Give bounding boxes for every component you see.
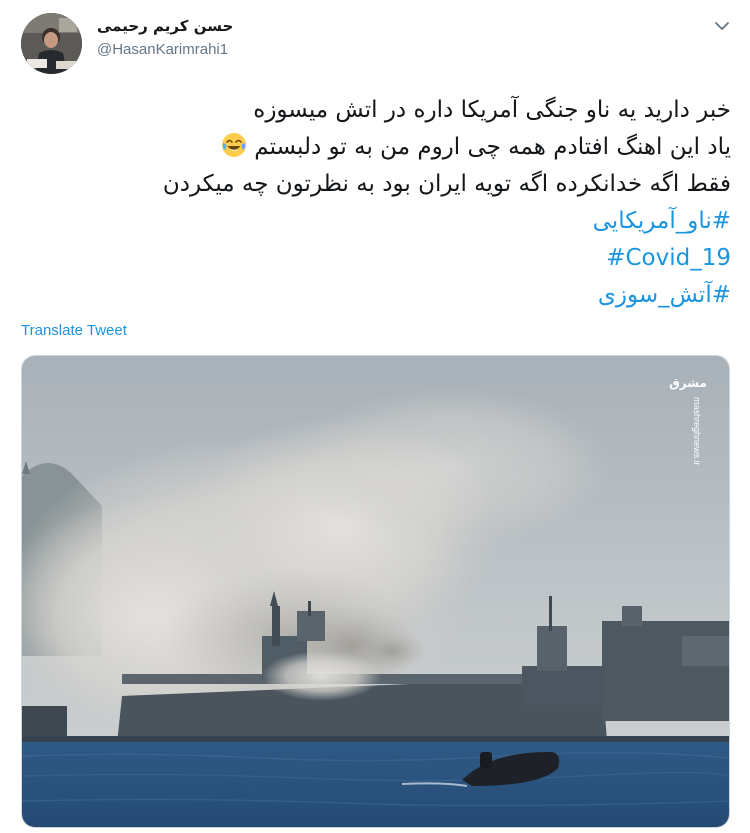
watermark-brand: مشرق <box>669 376 707 390</box>
avatar-image <box>21 13 82 74</box>
tweet-text: خبر دارید یه ناو جنگی آمریکا داره در اتش… <box>20 92 731 314</box>
more-options-button[interactable] <box>708 12 736 40</box>
hashtag-link[interactable]: #آتش_سوزی <box>20 277 731 314</box>
translate-tweet-link[interactable]: Translate Tweet <box>21 322 127 339</box>
tweet-line-with-emoji: یاد این اهنگ افتادم همه چی اروم من به تو… <box>20 129 731 166</box>
ship-fire-photo <box>22 356 729 827</box>
tweet-line: فقط اگه خدانکرده اگه تویه ایران بود به ن… <box>162 171 731 197</box>
tweet-line-text: یاد این اهنگ افتادم همه چی اروم من به تو… <box>254 134 731 160</box>
face-with-tears-of-joy-icon <box>221 133 246 157</box>
user-info: حسن کریم رحیمی @HasanKarimrahi1 <box>97 16 597 62</box>
watermark-url: mashreghnews.ir <box>692 397 702 465</box>
mashregh-watermark: مشرق mashreghnews.ir <box>669 376 707 465</box>
tweet-card: حسن کریم رحیمی @HasanKarimrahi1 خبر داری… <box>0 0 750 833</box>
tweet-photo[interactable] <box>21 355 730 828</box>
hashtag-link[interactable]: #Covid_19 <box>20 240 731 277</box>
display-name[interactable]: حسن کریم رحیمی <box>97 16 597 36</box>
hashtag-link[interactable]: #ناو_آمریکایی <box>20 203 731 240</box>
user-handle[interactable]: @HasanKarimrahi1 <box>97 38 597 62</box>
chevron-down-icon <box>715 22 729 30</box>
avatar[interactable] <box>21 13 82 74</box>
tweet-line: خبر دارید یه ناو جنگی آمریکا داره در اتش… <box>253 97 731 123</box>
